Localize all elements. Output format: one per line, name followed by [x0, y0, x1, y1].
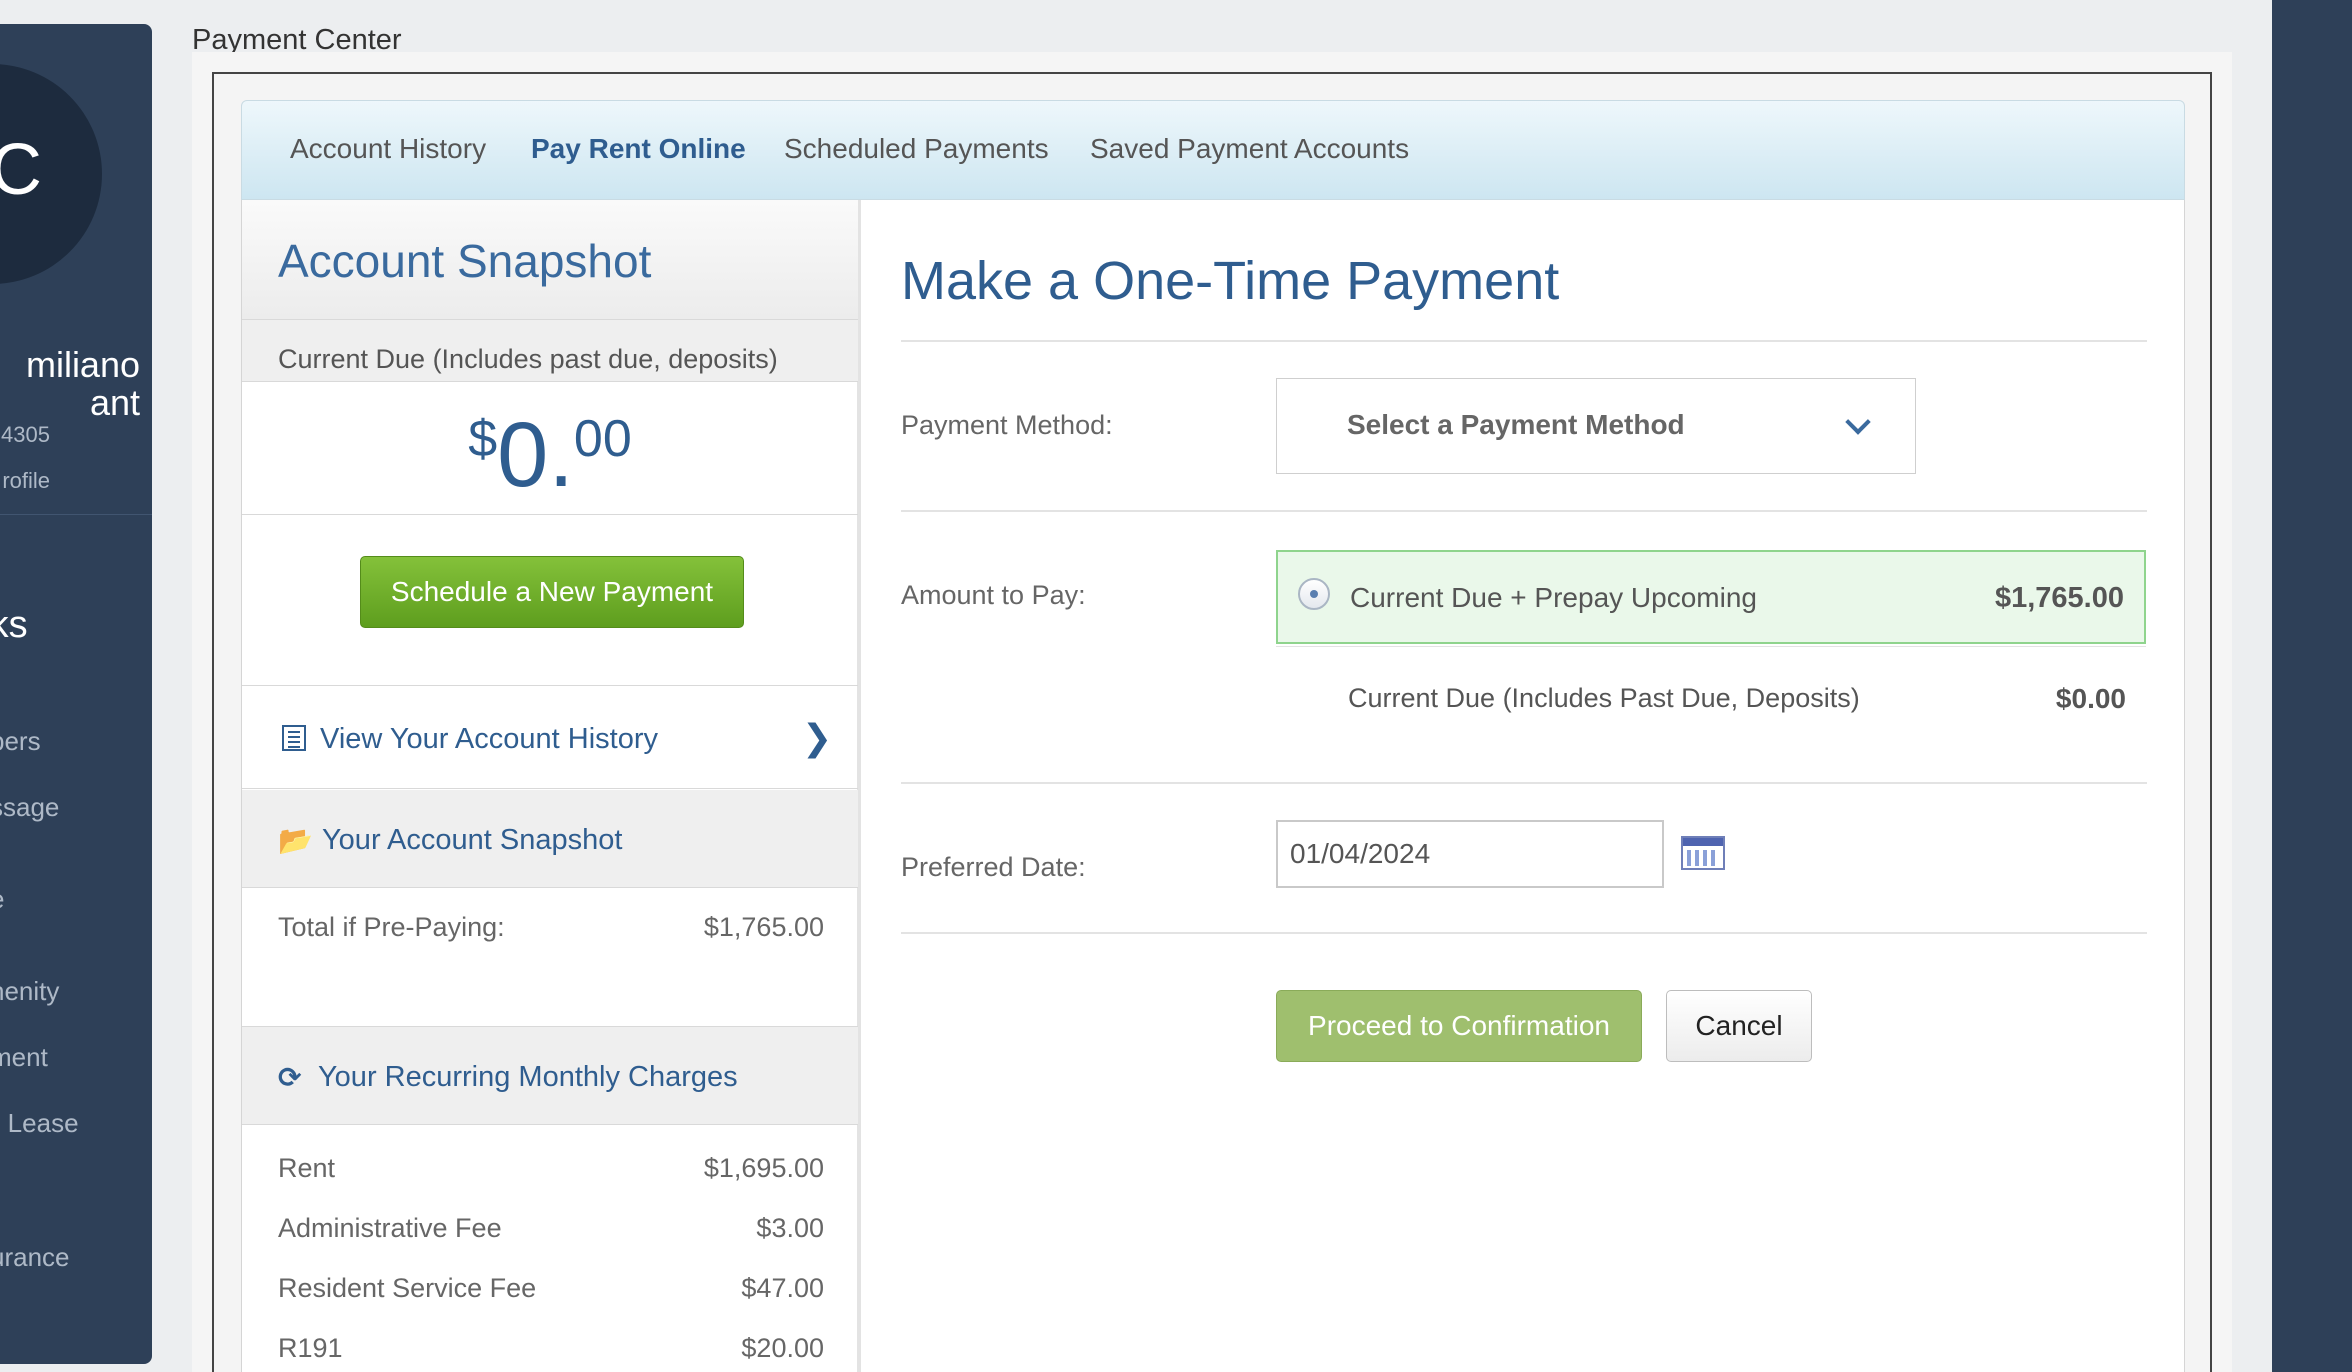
current-due-label-row: Current Due (Includes past due, deposits… — [242, 320, 858, 382]
sidebar-item-3[interactable]: nenity — [0, 976, 152, 1007]
current-due-amount: $0.00 — [242, 383, 858, 515]
charge-row: Resident Service Fee $47.00 — [278, 1273, 824, 1304]
sidebar-item-2[interactable]: e — [0, 884, 152, 915]
sidebar-item-0[interactable]: bers — [0, 726, 152, 757]
user-name-line1: miliano — [25, 344, 140, 385]
avatar-initial: C — [0, 130, 42, 210]
sidebar: C miliano ant 4305 rofile inks bers ssag… — [0, 24, 152, 1364]
snapshot-header: Account Snapshot — [242, 200, 858, 320]
divider — [901, 340, 2147, 342]
payment-method-select-text: Select a Payment Method — [1347, 409, 1685, 440]
total-prepaying-label: Total if Pre-Paying: — [278, 912, 505, 942]
payment-form-panel: Make a One-Time Payment Payment Method: … — [861, 200, 2185, 1372]
schedule-section: Schedule a New Payment — [242, 516, 858, 686]
avatar[interactable]: C — [0, 64, 102, 284]
cancel-button[interactable]: Cancel — [1666, 990, 1812, 1062]
current-due-label: Current Due (Includes past due, deposits… — [278, 344, 778, 374]
tab-pay-rent-online[interactable]: Pay Rent Online — [531, 133, 746, 165]
charge-row: Rent $1,695.00 — [278, 1153, 824, 1184]
charge-value: $3.00 — [756, 1213, 824, 1243]
calendar-icon[interactable] — [1681, 836, 1725, 870]
charge-value: $1,695.00 — [703, 1153, 824, 1183]
charge-value: $47.00 — [741, 1273, 824, 1303]
chevron-right-icon: ❯ — [802, 717, 833, 758]
charge-value: $20.00 — [741, 1333, 824, 1363]
user-name-line2: ant — [89, 382, 140, 423]
snapshot-title: Account Snapshot — [278, 235, 652, 287]
amount-option-value: $0.00 — [2055, 683, 2126, 714]
list-icon — [282, 725, 306, 751]
divider — [901, 932, 2147, 934]
right-edge-bar — [2272, 0, 2352, 1372]
sidebar-item-5[interactable]: e Lease — [0, 1108, 152, 1139]
payment-form-title: Make a One-Time Payment — [901, 251, 1560, 311]
amount-option-label: Current Due + Prepay Upcoming — [1350, 582, 1757, 613]
proceed-to-confirmation-button[interactable]: Proceed to Confirmation — [1276, 990, 1642, 1062]
sidebar-divider — [0, 514, 152, 515]
radio-selected[interactable] — [1298, 578, 1330, 610]
amount-option-value: $1,765.00 — [1994, 582, 2124, 614]
amount-option-prepay[interactable]: Current Due + Prepay Upcoming $1,765.00 — [1276, 550, 2146, 644]
amount-to-pay-label: Amount to Pay: — [901, 580, 1086, 610]
folder-open-icon: 📂 — [278, 825, 313, 856]
tab-bar: Account History Pay Rent Online Schedule… — [241, 100, 2185, 200]
charge-row: Administrative Fee $3.00 — [278, 1213, 824, 1244]
tab-scheduled-payments[interactable]: Scheduled Payments — [784, 133, 1049, 165]
sidebar-item-4[interactable]: ment — [0, 1042, 152, 1073]
total-prepaying-row: Total if Pre-Paying: $1,765.00 — [278, 912, 824, 943]
profile-link[interactable]: rofile — [0, 468, 50, 494]
user-id: 4305 — [1, 422, 50, 447]
due-dollars: 0 — [497, 404, 549, 506]
due-cents: 00 — [573, 410, 632, 468]
your-account-snapshot-header: 📂 Your Account Snapshot — [242, 790, 858, 888]
recurring-charges-title: Your Recurring Monthly Charges — [318, 1061, 738, 1093]
refresh-icon: ⟳ — [278, 1062, 302, 1093]
sidebar-item-6[interactable]: urance — [0, 1242, 152, 1273]
amount-option-label: Current Due (Includes Past Due, Deposits… — [1348, 683, 1860, 713]
charge-label: Resident Service Fee — [278, 1273, 537, 1303]
payment-method-select[interactable]: Select a Payment Method — [1276, 378, 1916, 474]
view-account-history-link[interactable]: View Your Account History ❯ — [242, 687, 858, 789]
divider — [901, 782, 2147, 784]
your-account-snapshot-title: Your Account Snapshot — [322, 824, 623, 856]
divider — [901, 510, 2147, 512]
charge-label: R191 — [278, 1333, 343, 1363]
charge-label: Administrative Fee — [278, 1213, 502, 1243]
recurring-charges-header: ⟳ Your Recurring Monthly Charges — [242, 1027, 858, 1125]
view-account-history-label: View Your Account History — [320, 723, 658, 755]
charge-label: Rent — [278, 1153, 336, 1183]
tab-account-history[interactable]: Account History — [290, 133, 486, 165]
payment-method-label: Payment Method: — [901, 410, 1113, 440]
amount-option-current-due[interactable]: Current Due (Includes Past Due, Deposits… — [1276, 646, 2146, 726]
charge-row: R191 $20.00 — [278, 1333, 824, 1364]
preferred-date-input[interactable] — [1276, 820, 1664, 888]
total-prepaying-value: $1,765.00 — [703, 912, 824, 942]
due-dot: . — [548, 404, 574, 506]
preferred-date-label: Preferred Date: — [901, 852, 1086, 882]
sidebar-links-heading: inks — [0, 604, 28, 646]
schedule-new-payment-button[interactable]: Schedule a New Payment — [360, 556, 744, 628]
user-name: miliano ant — [0, 346, 140, 422]
chevron-down-icon — [1845, 409, 1871, 435]
sidebar-item-1[interactable]: ssage — [0, 792, 152, 823]
account-snapshot-panel: Account Snapshot Current Due (Includes p… — [241, 200, 861, 1372]
due-currency: $ — [468, 410, 498, 468]
tab-saved-payment-accounts[interactable]: Saved Payment Accounts — [1090, 133, 1409, 165]
